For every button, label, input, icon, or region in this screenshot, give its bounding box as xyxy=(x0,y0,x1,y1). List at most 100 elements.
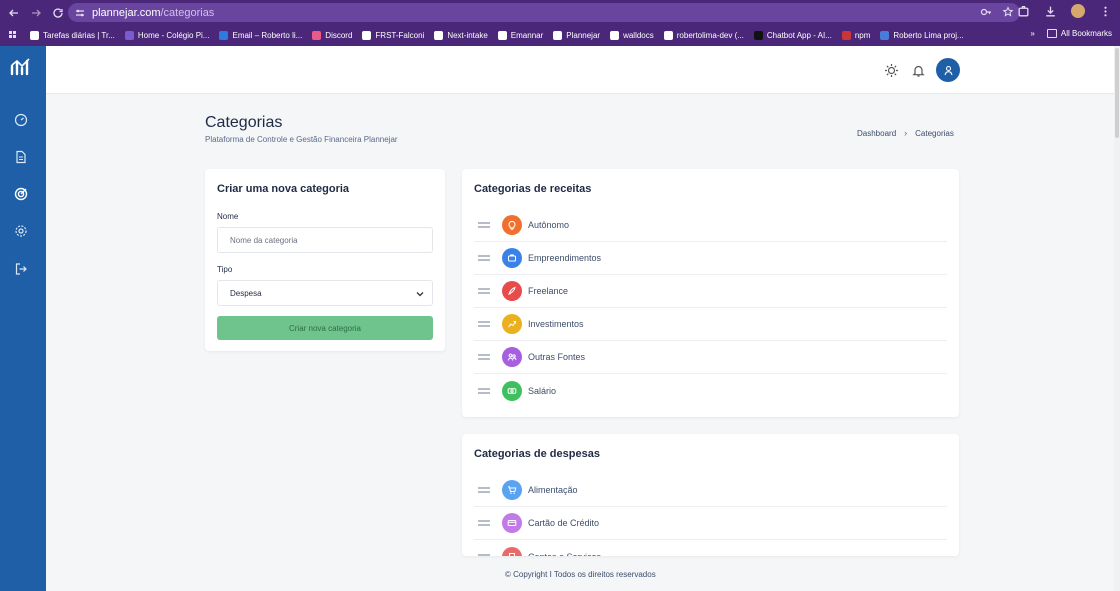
app-header xyxy=(46,46,1120,94)
password-key-icon[interactable] xyxy=(980,6,992,18)
bookmark-item[interactable]: FRST-Falconi xyxy=(362,31,424,40)
list-item[interactable]: Alimentação xyxy=(474,474,947,507)
rocket-icon xyxy=(502,281,522,301)
drag-handle-icon[interactable] xyxy=(478,354,490,360)
bookmark-item[interactable]: walldocs xyxy=(610,31,654,40)
favicon-icon xyxy=(362,31,372,40)
bookmark-item[interactable]: Next-intake xyxy=(434,31,488,40)
bookmark-item[interactable]: Discord xyxy=(312,31,352,40)
apps-grid-icon[interactable] xyxy=(8,30,20,42)
list-item[interactable]: Freelance xyxy=(474,275,947,308)
list-item[interactable]: Investimentos xyxy=(474,308,947,341)
sidebar-item-transactions[interactable] xyxy=(14,150,28,164)
sidebar-item-dashboard[interactable] xyxy=(14,113,28,127)
drag-handle-icon[interactable] xyxy=(478,387,490,394)
arrow-left-icon xyxy=(9,9,18,16)
plannejar-logo-icon[interactable] xyxy=(10,56,32,78)
users-icon xyxy=(502,347,522,367)
list-item[interactable]: Empreendimentos xyxy=(474,242,947,275)
name-label: Nome xyxy=(217,212,239,221)
drag-handle-icon[interactable] xyxy=(478,288,490,294)
drag-handle-icon[interactable] xyxy=(478,321,490,327)
drag-handle-icon[interactable] xyxy=(478,222,490,228)
cart-icon xyxy=(502,480,522,500)
document-icon xyxy=(16,150,26,164)
notifications-button[interactable] xyxy=(911,63,926,78)
extensions-icon[interactable] xyxy=(1017,5,1030,18)
arrow-right-icon xyxy=(32,9,41,16)
credit-card-icon xyxy=(502,513,522,533)
create-category-title: Criar uma nova categoria xyxy=(217,183,350,195)
create-category-button[interactable]: Criar nova categoria xyxy=(217,316,433,340)
bookmarks-bar: Tarefas diárias | Tr... Home - Colégio Pi… xyxy=(0,25,1120,46)
profile-avatar[interactable] xyxy=(1071,4,1085,18)
category-name: Contas e Serviços xyxy=(528,552,601,557)
list-item[interactable]: Cartão de Crédito xyxy=(474,507,947,540)
folder-icon xyxy=(1046,29,1057,39)
bookmark-item[interactable]: npm xyxy=(841,31,870,40)
sidebar-item-settings[interactable] xyxy=(14,224,28,238)
breadcrumb-dashboard-link[interactable]: Dashboard xyxy=(857,129,896,138)
bookmark-item[interactable]: Email – Roberto li... xyxy=(219,31,302,40)
bookmark-star-icon[interactable] xyxy=(1002,6,1014,18)
drag-handle-icon[interactable] xyxy=(478,487,490,493)
theme-toggle-button[interactable] xyxy=(884,63,899,78)
bookmark-item[interactable]: Chatbot App - AI... xyxy=(753,31,832,40)
favicon-icon xyxy=(434,31,444,40)
bookmark-item[interactable]: Home - Colégio Pi... xyxy=(124,31,209,40)
forward-button[interactable] xyxy=(26,3,46,23)
list-item[interactable]: Salário xyxy=(474,374,947,407)
expense-categories-title: Categorias de despesas xyxy=(474,448,600,460)
bell-icon xyxy=(912,65,925,77)
income-categories-title: Categorias de receitas xyxy=(474,183,592,195)
bookmarks-overflow-icon[interactable]: » xyxy=(1030,29,1034,38)
category-name: Investimentos xyxy=(528,319,584,329)
lightbulb-icon xyxy=(502,215,522,235)
site-settings-icon[interactable] xyxy=(74,7,86,19)
favicon-icon xyxy=(610,31,620,40)
income-category-list: Autônomo Empreendimentos Freelance Investim… xyxy=(474,209,947,407)
reload-icon xyxy=(53,7,63,18)
browser-toolbar: plannejar.com/categorias xyxy=(0,0,1120,25)
create-category-card: Criar uma nova categoria Nome Tipo Despe… xyxy=(205,169,445,351)
user-menu-button[interactable] xyxy=(936,58,960,82)
drag-handle-icon[interactable] xyxy=(478,520,490,526)
download-icon[interactable] xyxy=(1044,5,1057,18)
trending-up-icon xyxy=(502,314,522,334)
bookmark-item[interactable]: Emannar xyxy=(497,31,543,40)
favicon-icon xyxy=(753,31,763,40)
category-type-select[interactable]: Despesa xyxy=(217,280,433,306)
favicon-icon xyxy=(841,31,851,40)
category-name-input[interactable] xyxy=(217,227,433,253)
bookmark-item[interactable]: Plannejar xyxy=(553,31,600,40)
logout-icon xyxy=(15,263,27,275)
back-button[interactable] xyxy=(4,3,24,23)
bookmark-item[interactable]: Roberto Lima proj... xyxy=(880,31,964,40)
bookmark-item[interactable]: robertolima-dev (... xyxy=(663,31,744,40)
favicon-icon xyxy=(880,31,890,40)
favicon-icon xyxy=(497,31,507,40)
sidebar-item-logout[interactable] xyxy=(14,262,28,276)
page-subtitle: Plataforma de Controle e Gestão Financei… xyxy=(205,135,398,144)
category-name: Alimentação xyxy=(528,485,578,495)
favicon-icon xyxy=(553,31,563,40)
reload-button[interactable] xyxy=(48,3,68,23)
list-item[interactable]: Outras Fontes xyxy=(474,341,947,374)
kebab-menu-icon[interactable] xyxy=(1099,5,1112,18)
sidebar-item-categories[interactable] xyxy=(14,187,28,201)
all-bookmarks-button[interactable]: All Bookmarks xyxy=(1046,29,1112,39)
chevron-down-icon xyxy=(416,292,424,297)
expense-categories-card: Categorias de despesas Alimentação Cartão… xyxy=(462,434,959,556)
list-item[interactable]: Autônomo xyxy=(474,209,947,242)
page-scrollbar-thumb[interactable] xyxy=(1115,48,1119,138)
drag-handle-icon[interactable] xyxy=(478,255,490,261)
sun-icon xyxy=(885,64,898,77)
list-item[interactable]: Contas e Serviços xyxy=(474,540,947,556)
page-title: Categorias xyxy=(205,114,283,131)
url-text: plannejar.com/categorias xyxy=(92,6,215,19)
drag-handle-icon[interactable] xyxy=(478,553,490,557)
bookmark-item[interactable]: Tarefas diárias | Tr... xyxy=(30,31,115,40)
chevron-right-icon: › xyxy=(904,128,908,138)
address-bar[interactable]: plannejar.com/categorias xyxy=(68,3,1020,22)
favicon-icon xyxy=(312,31,322,40)
